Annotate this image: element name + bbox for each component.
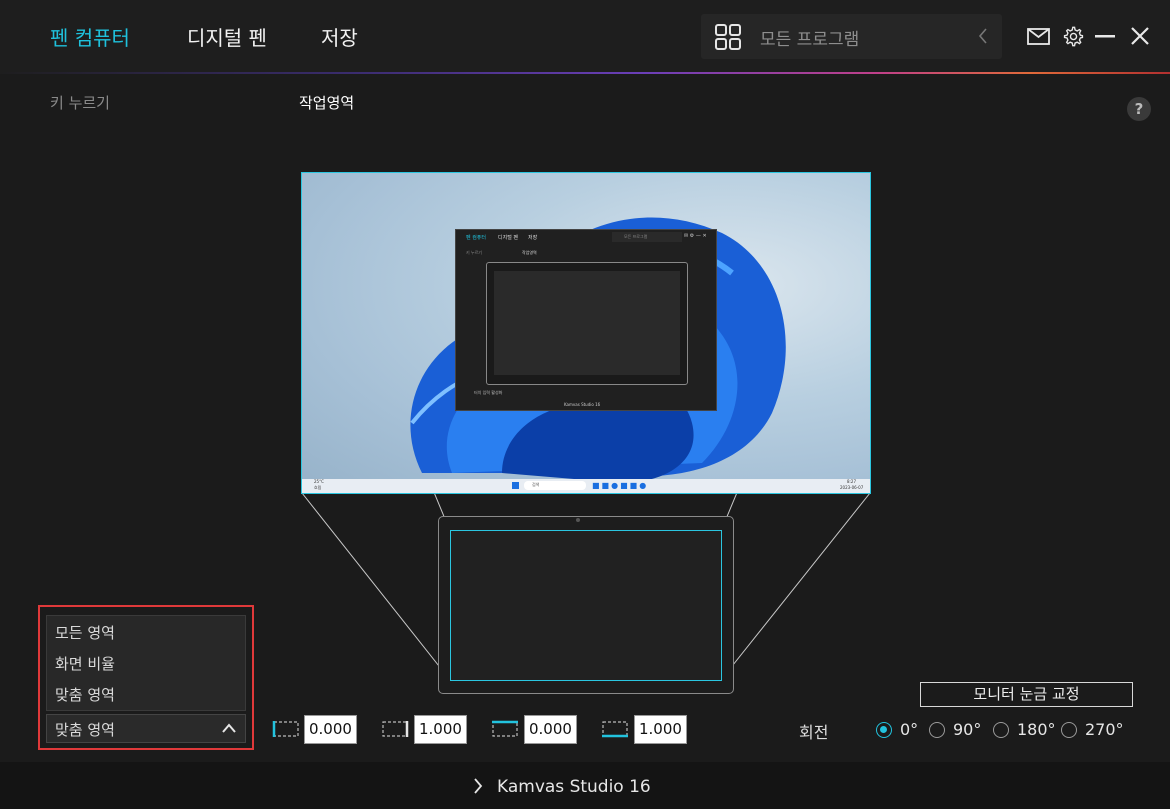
area-mode-selected: 맞춤 영역	[55, 721, 115, 739]
top-value-field[interactable]: 0.000	[524, 715, 577, 744]
preview-device-name: Kamvas Studio 16	[564, 402, 601, 407]
device-name: Kamvas Studio 16	[497, 777, 651, 797]
preview-app-window: 펜 컴퓨터 디지털 펜 저장 모든 프로그램 ✉ ⚙ — ✕ 키 누르기 작업영…	[455, 229, 717, 411]
top-edge-icon	[492, 720, 518, 737]
tablet-active-area[interactable]	[450, 530, 722, 681]
taskbar-search-label: 검색	[532, 482, 540, 487]
preview-window-controls: ✉ ⚙ — ✕	[684, 233, 707, 239]
taskbar-weather-status: 흐림	[314, 485, 322, 490]
rotation-radio-270[interactable]	[1061, 722, 1077, 738]
chevron-up-icon	[222, 723, 236, 733]
bottom-value-field[interactable]: 1.000	[634, 715, 687, 744]
tablet-camera-dot	[576, 518, 580, 522]
taskbar-time: 8:27	[847, 479, 856, 484]
preview-tab-digital-pen: 디지털 펜	[498, 235, 518, 241]
area-mode-option-all[interactable]: 모든 영역	[55, 622, 115, 643]
preview-subtab-work-area: 작업영역	[522, 250, 537, 255]
left-edge-icon	[272, 721, 299, 737]
rotation-label-90: 90°	[953, 720, 982, 739]
device-footer[interactable]: Kamvas Studio 16	[0, 762, 1170, 809]
rotation-radio-90[interactable]	[929, 722, 945, 738]
area-mode-options: 모든 영역 화면 비율 맞춤 영역	[46, 615, 246, 711]
preview-subtab-key-press: 키 누르기	[466, 250, 482, 255]
monitor-calibration-button[interactable]: 모니터 눈금 교정	[920, 682, 1133, 707]
left-value-field[interactable]: 0.000	[304, 715, 357, 744]
area-mode-option-custom[interactable]: 맞춤 영역	[55, 684, 115, 705]
right-value-field[interactable]: 1.000	[414, 715, 467, 744]
rotation-radio-180[interactable]	[993, 722, 1009, 738]
area-mode-select[interactable]: 맞춤 영역	[46, 714, 246, 743]
area-mode-option-ratio[interactable]: 화면 비율	[55, 653, 115, 674]
preview-tab-save: 저장	[528, 235, 538, 241]
preview-tab-pen-computer: 펜 컴퓨터	[466, 235, 486, 241]
taskbar-weather: 25°C	[314, 479, 324, 484]
rotation-label-180: 180°	[1017, 720, 1056, 739]
taskbar: 25°C 흐림 검색 ■■●■■● 8:27 2023-06-07	[302, 479, 870, 493]
rotation-radio-0[interactable]	[876, 722, 892, 738]
monitor-preview[interactable]: 펜 컴퓨터 디지털 펜 저장 모든 프로그램 ✉ ⚙ — ✕ 키 누르기 작업영…	[301, 172, 871, 494]
preview-tablet	[486, 262, 688, 385]
preview-touch-checkbox: 터치 입력 활성화	[474, 390, 503, 395]
taskbar-app-icons: ■■●■■●	[592, 481, 649, 490]
bottom-edge-icon	[602, 721, 628, 738]
rotation-label-270: 270°	[1085, 720, 1124, 739]
preview-search-placeholder: 모든 프로그램	[624, 234, 648, 239]
taskbar-date: 2023-06-07	[840, 485, 864, 490]
right-edge-icon	[382, 721, 409, 737]
rotation-label-0: 0°	[900, 720, 919, 739]
rotation-label: 회전	[799, 723, 829, 742]
windows-start-icon	[512, 482, 519, 489]
chevron-right-icon	[474, 778, 483, 794]
